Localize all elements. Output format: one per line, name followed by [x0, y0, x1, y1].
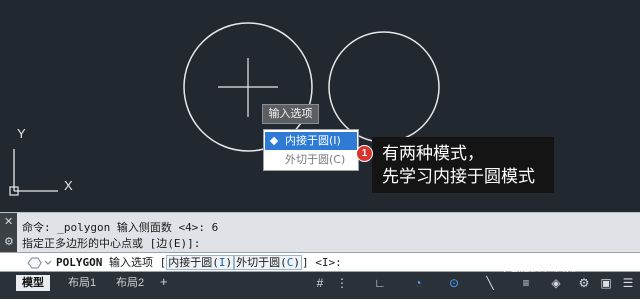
tab-layout1[interactable]: 布局1	[62, 275, 102, 291]
option-suffix: )	[225, 256, 233, 269]
selected-bullet-icon	[269, 136, 279, 146]
ucs-icon	[9, 149, 58, 196]
command-prompt-text: 输入选项	[108, 256, 153, 269]
close-icon[interactable]: ✕	[4, 215, 13, 228]
history-handle[interactable]: ✕ ⚙	[0, 213, 17, 253]
menu-icon[interactable]: ☰	[620, 275, 636, 291]
osnap-icon[interactable]: ⊙	[446, 275, 462, 291]
lineweight-icon[interactable]: ≡	[518, 275, 534, 291]
option-circumscribed[interactable]: 外切于圆(C)	[265, 151, 357, 169]
step-badge: 1	[356, 145, 373, 162]
snap-icon[interactable]: ⋮	[334, 275, 350, 291]
options-popup-title: 输入选项	[262, 104, 319, 124]
options-popup-list: 内接于圆(I) 外切于圆(C)	[263, 129, 359, 171]
history-line-2: 指定正多边形的中心点或 [边(E)]:	[22, 237, 201, 250]
annotation-note: 有两种模式， 先学习内接于圆模式	[372, 137, 554, 193]
add-layout-button[interactable]: +	[160, 274, 168, 289]
command-prompt: POLYGON 输入选项 [内接于圆(I) 外切于圆(C)] <I>:	[56, 255, 342, 270]
command-option-inscribed[interactable]: 内接于圆(I)	[166, 255, 235, 270]
option-suffix: )	[293, 256, 300, 269]
fullscreen-icon[interactable]: ▣	[598, 275, 614, 291]
command-history: ✕ ⚙ 命令: _polygon 输入侧面数 <4>: 6 指定正多边形的中心点…	[0, 212, 640, 253]
history-line-1: 命令: _polygon 输入侧面数 <4>: 6	[22, 221, 219, 234]
settings-icon[interactable]: ⚙	[4, 235, 14, 248]
polar-icon[interactable]: ◔	[410, 275, 426, 291]
option-circumscribed-label: 外切于圆(C)	[285, 153, 346, 166]
tab-layout2[interactable]: 布局2	[110, 275, 150, 291]
circle-right	[328, 31, 440, 143]
command-polygon-icon[interactable]	[24, 255, 54, 271]
status-bar: 模型 布局1 布局2 + # ⋮ ∟ ◔ ⊙ ╲ ≡ ◈ ⚙ ▣ ☰	[0, 272, 640, 299]
command-option-circumscribed[interactable]: 外切于圆(C)	[234, 255, 302, 270]
grid-icon[interactable]: #	[312, 275, 328, 291]
ucs-x-label: X	[64, 178, 73, 193]
command-default: <I>:	[315, 256, 342, 269]
annotation-line-1: 有两种模式，	[382, 144, 484, 164]
option-prefix: 外切于圆(	[236, 256, 287, 269]
annotation-icon[interactable]: ◈	[548, 275, 564, 291]
workspace-icon[interactable]: ⚙	[576, 275, 592, 291]
option-inscribed[interactable]: 内接于圆(I)	[265, 132, 357, 150]
command-name: POLYGON	[56, 256, 103, 269]
ortho-icon[interactable]: ∟	[372, 275, 388, 291]
option-prefix: 内接于圆(	[168, 256, 219, 269]
ucs-y-label: Y	[17, 126, 26, 141]
annotation-line-2: 先学习内接于圆模式	[382, 167, 535, 187]
option-inscribed-label: 内接于圆(I)	[285, 134, 341, 147]
otrack-icon[interactable]: ╲	[482, 275, 498, 291]
tab-model[interactable]: 模型	[16, 275, 50, 291]
